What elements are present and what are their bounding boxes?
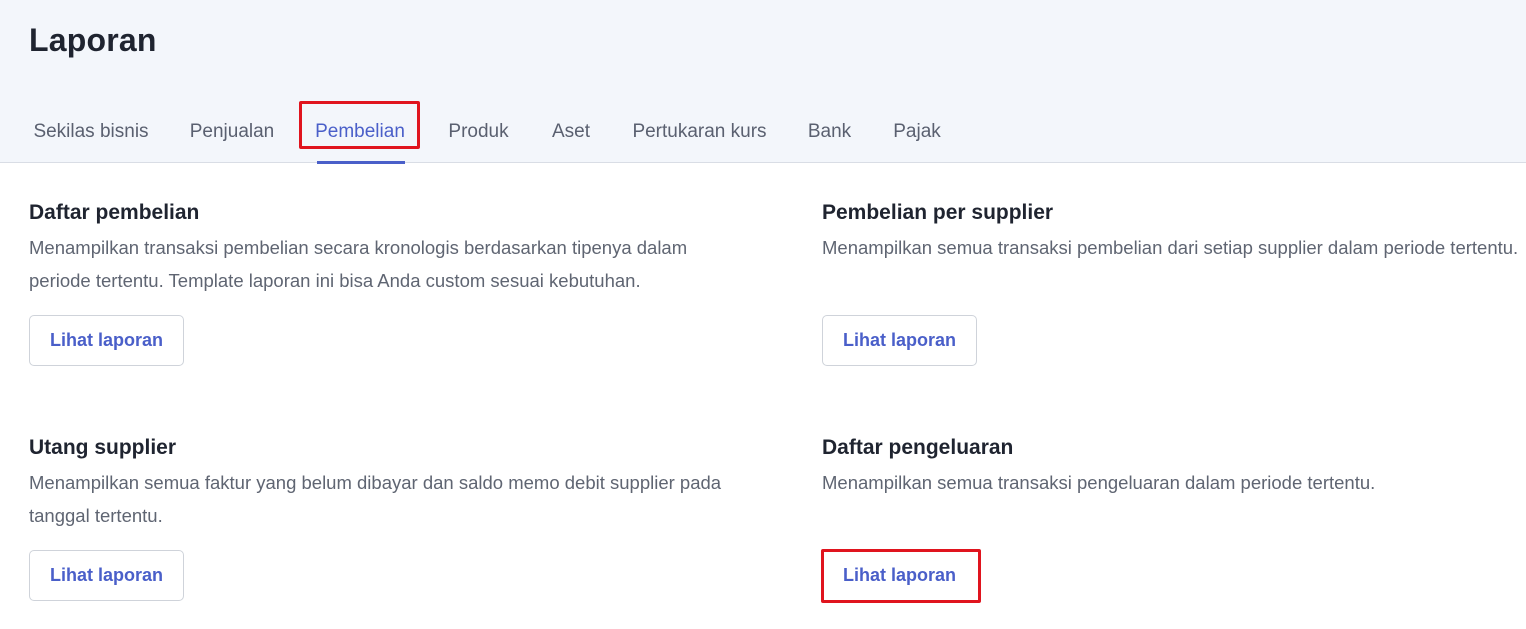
tab-label: Penjualan bbox=[189, 120, 275, 142]
report-card-daftar-pembelian: Daftar pembelian Menampilkan transaksi p… bbox=[29, 200, 729, 297]
card-title: Daftar pengeluaran bbox=[822, 436, 1014, 459]
view-report-button-utang-supplier[interactable]: Lihat laporan bbox=[29, 550, 184, 601]
tab-pertukaran-kurs[interactable]: Pertukaran kurs bbox=[617, 100, 782, 163]
tab-label: Produk bbox=[448, 120, 509, 142]
card-description: Menampilkan semua transaksi pembelian da… bbox=[822, 237, 1519, 258]
tab-aset[interactable]: Aset bbox=[535, 100, 607, 163]
view-report-button-daftar-pengeluaran[interactable]: Lihat laporan bbox=[822, 550, 977, 601]
card-description: Menampilkan semua transaksi pengeluaran … bbox=[822, 472, 1376, 493]
tab-label: Sekilas bisnis bbox=[33, 120, 149, 142]
tab-label: Pertukaran kurs bbox=[632, 120, 767, 142]
view-report-button-pembelian-per-supplier[interactable]: Lihat laporan bbox=[822, 315, 977, 366]
card-description: Menampilkan transaksi pembelian secara k… bbox=[29, 237, 688, 291]
card-title: Daftar pembelian bbox=[29, 201, 200, 224]
tab-label: Aset bbox=[551, 120, 591, 142]
tab-penjualan[interactable]: Penjualan bbox=[175, 100, 289, 163]
report-card-utang-supplier: Utang supplier Menampilkan semua faktur … bbox=[29, 435, 729, 532]
card-title: Pembelian per supplier bbox=[822, 201, 1054, 224]
tab-produk[interactable]: Produk bbox=[432, 100, 525, 163]
page-title: Laporan bbox=[29, 22, 157, 58]
report-card-pembelian-per-supplier: Pembelian per supplier Menampilkan semua… bbox=[822, 200, 1522, 264]
card-title: Utang supplier bbox=[29, 436, 177, 459]
report-card-daftar-pengeluaran: Daftar pengeluaran Menampilkan semua tra… bbox=[822, 435, 1522, 499]
tab-bank[interactable]: Bank bbox=[792, 100, 867, 163]
view-report-button-daftar-pembelian[interactable]: Lihat laporan bbox=[29, 315, 184, 366]
tab-pembelian[interactable]: Pembelian bbox=[300, 100, 420, 164]
tab-pajak[interactable]: Pajak bbox=[877, 100, 957, 163]
report-tabs: Sekilas bisnis Penjualan Pembelian Produ… bbox=[0, 100, 1526, 164]
tab-label: Pajak bbox=[893, 120, 941, 142]
tab-label: Pembelian bbox=[315, 120, 405, 142]
card-description: Menampilkan semua faktur yang belum diba… bbox=[29, 472, 722, 526]
tab-sekilas-bisnis[interactable]: Sekilas bisnis bbox=[17, 100, 165, 163]
tab-label: Bank bbox=[807, 120, 852, 142]
page-header: Laporan Sekilas bisnis Penjualan Pembeli… bbox=[0, 0, 1526, 164]
